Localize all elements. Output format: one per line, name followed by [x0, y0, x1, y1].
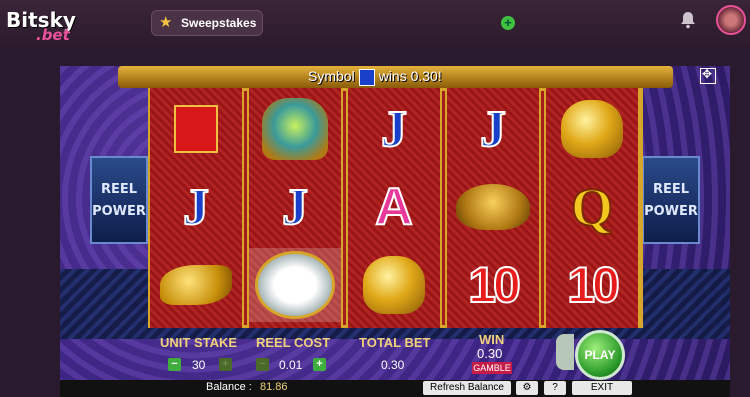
- reel-power-line1: REEL: [652, 182, 690, 197]
- unit-stake-label: UNIT STAKE: [160, 335, 238, 350]
- help-button[interactable]: ?: [544, 381, 566, 395]
- sweepstakes-button[interactable]: ★ Sweepstakes: [151, 10, 263, 36]
- reel-cost-plus-button[interactable]: +: [313, 358, 326, 371]
- symbol-wins-suffix: wins 0.30!: [378, 68, 442, 84]
- symbol-plant: [249, 248, 341, 322]
- unit-stake-plus-button[interactable]: +: [219, 358, 232, 371]
- top-navigation: Bitsky .bet ★ Sweepstakes +: [0, 0, 750, 46]
- unit-stake-minus-button[interactable]: −: [168, 358, 181, 371]
- sweepstakes-label: Sweepstakes: [181, 16, 257, 30]
- j-symbol: J: [182, 178, 210, 237]
- refresh-balance-button[interactable]: Refresh Balance: [423, 381, 511, 395]
- symbol-j: J: [348, 92, 440, 166]
- reel-cost-label: REEL COST: [256, 335, 331, 350]
- symbol-lion: [348, 248, 440, 322]
- reel-power-line2: POWER: [92, 204, 146, 219]
- win-label: WIN: [479, 332, 505, 347]
- j-symbol: J: [380, 100, 408, 159]
- bottom-bar: Balance : 81.86 Refresh Balance ⚙ ? EXIT: [60, 380, 730, 397]
- symbol-j: J: [150, 170, 242, 244]
- play-side-tab[interactable]: [556, 334, 574, 370]
- a-symbol: A: [374, 177, 414, 237]
- j-symbol: J: [281, 178, 309, 237]
- reel-power-right: REEL POWER: [642, 156, 700, 244]
- logo-suffix: .bet: [36, 26, 70, 44]
- golden-lion-icon: [561, 100, 623, 158]
- fullscreen-icon[interactable]: [700, 67, 716, 84]
- win-value: 0.30: [477, 346, 503, 361]
- settings-icon[interactable]: ⚙: [516, 381, 538, 395]
- j-symbol: J: [479, 100, 507, 159]
- j-symbol-icon: [358, 68, 375, 86]
- gamble-button[interactable]: GAMBLE: [472, 362, 512, 374]
- golden-fish-icon: [160, 265, 232, 305]
- green-plant-icon: [255, 251, 335, 319]
- symbol-10: 10: [447, 248, 539, 322]
- symbol-phoenix: [249, 92, 341, 166]
- ten-symbol: 10: [467, 256, 522, 314]
- symbol-q: Q: [546, 170, 638, 244]
- reel-cost-value: 0.01: [279, 358, 303, 372]
- symbol-j: J: [249, 170, 341, 244]
- symbol-turtle: [447, 170, 539, 244]
- avatar[interactable]: [716, 5, 746, 35]
- unit-stake-value: 30: [192, 358, 206, 372]
- reel-cost-minus-button[interactable]: −: [256, 358, 269, 371]
- star-icon: ★: [159, 14, 173, 31]
- ten-symbol: 10: [566, 256, 621, 314]
- exit-button[interactable]: EXIT: [572, 381, 632, 395]
- reel-power-line1: REEL: [100, 182, 138, 197]
- add-funds-button[interactable]: +: [501, 16, 515, 30]
- golden-turtle-icon: [456, 184, 530, 230]
- total-bet-value: 0.30: [381, 358, 405, 372]
- phoenix-icon: [262, 98, 328, 160]
- balance-value: 81.86: [260, 381, 288, 393]
- play-button[interactable]: PLAY: [575, 330, 625, 380]
- symbol-lion: [546, 92, 638, 166]
- reel-grid: J J J A J 10 Q 10: [148, 88, 643, 328]
- golden-lion-icon: [363, 256, 425, 314]
- reel-power-left: REEL POWER: [90, 156, 148, 244]
- red-envelope-icon: [174, 105, 218, 153]
- bell-icon[interactable]: [680, 11, 696, 29]
- symbol-a: A: [348, 170, 440, 244]
- total-bet-label: TOTAL BET: [359, 335, 431, 350]
- symbol-10: 10: [546, 248, 638, 322]
- reel-power-line2: POWER: [644, 204, 698, 219]
- balance-label: Balance :: [206, 381, 252, 393]
- symbol-wins-message: Symbol wins 0.30!: [308, 68, 528, 86]
- q-symbol: Q: [570, 176, 614, 238]
- symbol-envelope: [150, 92, 242, 166]
- symbol-fish: [150, 248, 242, 322]
- site-logo[interactable]: Bitsky .bet: [6, 6, 88, 44]
- symbol-j: J: [447, 92, 539, 166]
- symbol-wins-prefix: Symbol: [308, 68, 355, 84]
